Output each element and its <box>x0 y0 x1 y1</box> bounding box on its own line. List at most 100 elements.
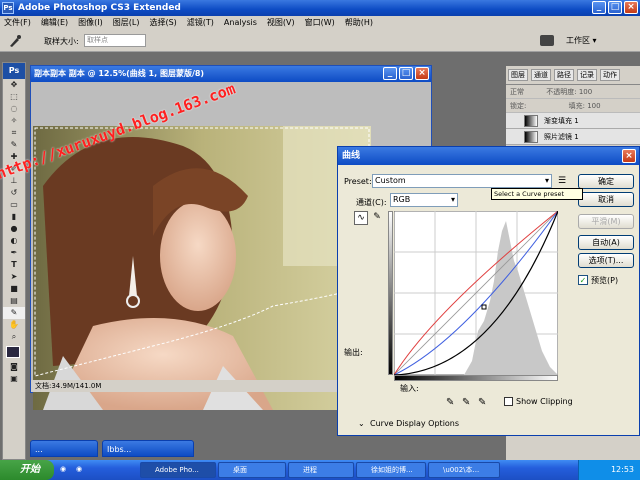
screen-mode-icon[interactable]: ▣ <box>3 373 25 385</box>
quick-launch-icon[interactable]: ◉ <box>60 462 72 478</box>
toolbox: Ps ✥ ⬚ ◌ ✧ ⌗ ✎ ✚ ✐ ⊥ ↺ ▭ ▮ ● ◐ ✒ T ➤ ■ ▤… <box>2 62 26 460</box>
menu-help[interactable]: 帮助(H) <box>345 16 373 30</box>
minimized-window[interactable]: ... <box>30 440 98 457</box>
taskbar-item-label: 桌面 <box>233 466 247 474</box>
quick-launch-icon[interactable]: ◉ <box>76 462 88 478</box>
curves-close-button[interactable]: × <box>622 149 636 163</box>
tab-layers[interactable]: 图层 <box>508 69 528 81</box>
layer-item[interactable]: 照片滤镜 1 <box>506 129 640 145</box>
hand-tool-icon[interactable]: ✋ <box>3 319 25 331</box>
channel-value: RGB <box>393 195 411 204</box>
doc-minimize-button[interactable]: _ <box>383 67 397 80</box>
path-select-tool-icon[interactable]: ➤ <box>3 271 25 283</box>
magic-wand-tool-icon[interactable]: ✧ <box>3 115 25 127</box>
tab-paths[interactable]: 路径 <box>554 69 574 81</box>
blur-tool-icon[interactable]: ● <box>3 223 25 235</box>
curve-graph[interactable] <box>394 211 558 375</box>
pen-tool-icon[interactable]: ✒ <box>3 247 25 259</box>
layer-item[interactable]: 渐变填充 1 <box>506 113 640 129</box>
taskbar-item[interactable]: \u002\本... <box>428 462 500 478</box>
doc-maximize-button[interactable]: □ <box>399 67 413 80</box>
quick-mask-icon[interactable]: ◙ <box>3 361 25 373</box>
curve-edit-tool-icon[interactable]: ∿ <box>354 211 368 225</box>
history-brush-icon[interactable]: ↺ <box>3 187 25 199</box>
gradient-tool-icon[interactable]: ▮ <box>3 211 25 223</box>
eyedropper-icon[interactable] <box>8 35 22 47</box>
minimized-window[interactable]: Ibbs... <box>102 440 194 457</box>
gray-point-eyedropper-icon[interactable]: ✎ <box>462 397 470 408</box>
pencil-draw-tool-icon[interactable]: ✎ <box>370 211 384 225</box>
type-tool-icon[interactable]: T <box>3 259 25 271</box>
menu-filter[interactable]: 滤镜(T) <box>187 16 214 30</box>
layer-name: 渐变填充 1 <box>544 117 579 125</box>
minimize-button[interactable]: _ <box>592 1 606 14</box>
menu-window[interactable]: 窗口(W) <box>305 16 335 30</box>
dodge-tool-icon[interactable]: ◐ <box>3 235 25 247</box>
taskbar-item[interactable]: Adobe Pho... <box>140 462 216 478</box>
input-label: 输入: <box>400 384 419 393</box>
notes-tool-icon[interactable]: ▤ <box>3 295 25 307</box>
doc-close-button[interactable]: × <box>415 67 429 80</box>
auto-button[interactable]: 自动(A) <box>578 235 634 250</box>
expand-chevron-icon[interactable]: ⌄ <box>358 419 365 428</box>
preview-checkbox[interactable]: ✓ <box>578 275 588 285</box>
fill-value[interactable]: 100 <box>587 102 600 110</box>
workspace-label: 工作区 <box>566 36 590 45</box>
cancel-button[interactable]: 取消 <box>578 192 634 207</box>
tab-actions[interactable]: 动作 <box>600 69 620 81</box>
taskbar-item-label: 进程 <box>303 466 317 474</box>
close-button[interactable]: × <box>624 1 638 14</box>
tab-channels[interactable]: 通道 <box>531 69 551 81</box>
curve-display-options-label[interactable]: Curve Display Options <box>370 419 459 428</box>
dropdown-arrow-icon: ▾ <box>544 176 549 185</box>
fill-label: 填充: <box>568 102 585 110</box>
smooth-button[interactable]: 平滑(M) <box>578 214 634 229</box>
menu-image[interactable]: 图像(I) <box>78 16 103 30</box>
menu-analysis[interactable]: Analysis <box>224 16 257 30</box>
start-button[interactable]: 开始 <box>0 460 54 480</box>
maximize-button[interactable]: □ <box>608 1 622 14</box>
options-button[interactable]: 选项(T)... <box>578 253 634 268</box>
taskbar-item-label: Adobe Pho... <box>155 466 199 474</box>
shape-tool-icon[interactable]: ■ <box>3 283 25 295</box>
ok-button[interactable]: 确定 <box>578 174 634 189</box>
taskbar-item[interactable]: 徐如姐的博... <box>356 462 426 478</box>
show-clipping-label: Show Clipping <box>516 397 573 406</box>
sample-size-select[interactable]: 取样点 <box>84 34 146 47</box>
taskbar-item[interactable]: 进程 <box>288 462 354 478</box>
taskbar-item[interactable]: 桌面 <box>218 462 286 478</box>
lasso-tool-icon[interactable]: ◌ <box>3 103 25 115</box>
opacity-value[interactable]: 100 <box>579 88 592 96</box>
tab-history[interactable]: 记录 <box>577 69 597 81</box>
menu-view[interactable]: 视图(V) <box>267 16 295 30</box>
menu-file[interactable]: 文件(F) <box>4 16 31 30</box>
show-clipping-checkbox[interactable] <box>504 397 513 406</box>
workspace-button[interactable]: 工作区 ▾ <box>566 35 597 46</box>
image-canvas[interactable] <box>33 126 371 410</box>
zoom-tool-icon[interactable]: ⌕ <box>3 331 25 343</box>
black-point-eyedropper-icon[interactable]: ✎ <box>446 397 454 408</box>
preset-tooltip: Select a Curve preset <box>491 188 583 200</box>
slice-tool-icon[interactable]: ✎ <box>3 139 25 151</box>
crop-tool-icon[interactable]: ⌗ <box>3 127 25 139</box>
blend-mode-select[interactable]: 正常 <box>510 88 524 96</box>
channel-select[interactable]: RGB ▾ <box>390 193 458 207</box>
preset-options-icon[interactable]: ☰ <box>558 176 566 186</box>
eraser-tool-icon[interactable]: ▭ <box>3 199 25 211</box>
clock: 12:53 <box>610 465 634 474</box>
move-tool-icon[interactable]: ✥ <box>3 79 25 91</box>
marquee-tool-icon[interactable]: ⬚ <box>3 91 25 103</box>
menu-layer[interactable]: 图层(L) <box>113 16 140 30</box>
foreground-color-swatch[interactable] <box>6 346 20 358</box>
curves-dialog-title: 曲线 <box>342 151 361 161</box>
bridge-icon[interactable] <box>540 35 554 46</box>
curves-dialog: 曲线 × Preset: Custom ▾ ☰ 通道(C): RGB ▾ ∿ ✎ 输… <box>337 146 640 436</box>
eyedropper-tool-icon[interactable]: ✎ <box>3 307 25 319</box>
minimized-window-title: ... <box>35 445 43 454</box>
document-title: 副本副本 副本 @ 12.5%(曲线 1, 图层蒙版/8) <box>34 69 205 78</box>
layer-name: 照片滤镜 1 <box>544 133 579 141</box>
preset-select[interactable]: Custom ▾ <box>372 174 552 188</box>
menu-edit[interactable]: 编辑(E) <box>41 16 68 30</box>
white-point-eyedropper-icon[interactable]: ✎ <box>478 397 486 408</box>
menu-select[interactable]: 选择(S) <box>149 16 176 30</box>
